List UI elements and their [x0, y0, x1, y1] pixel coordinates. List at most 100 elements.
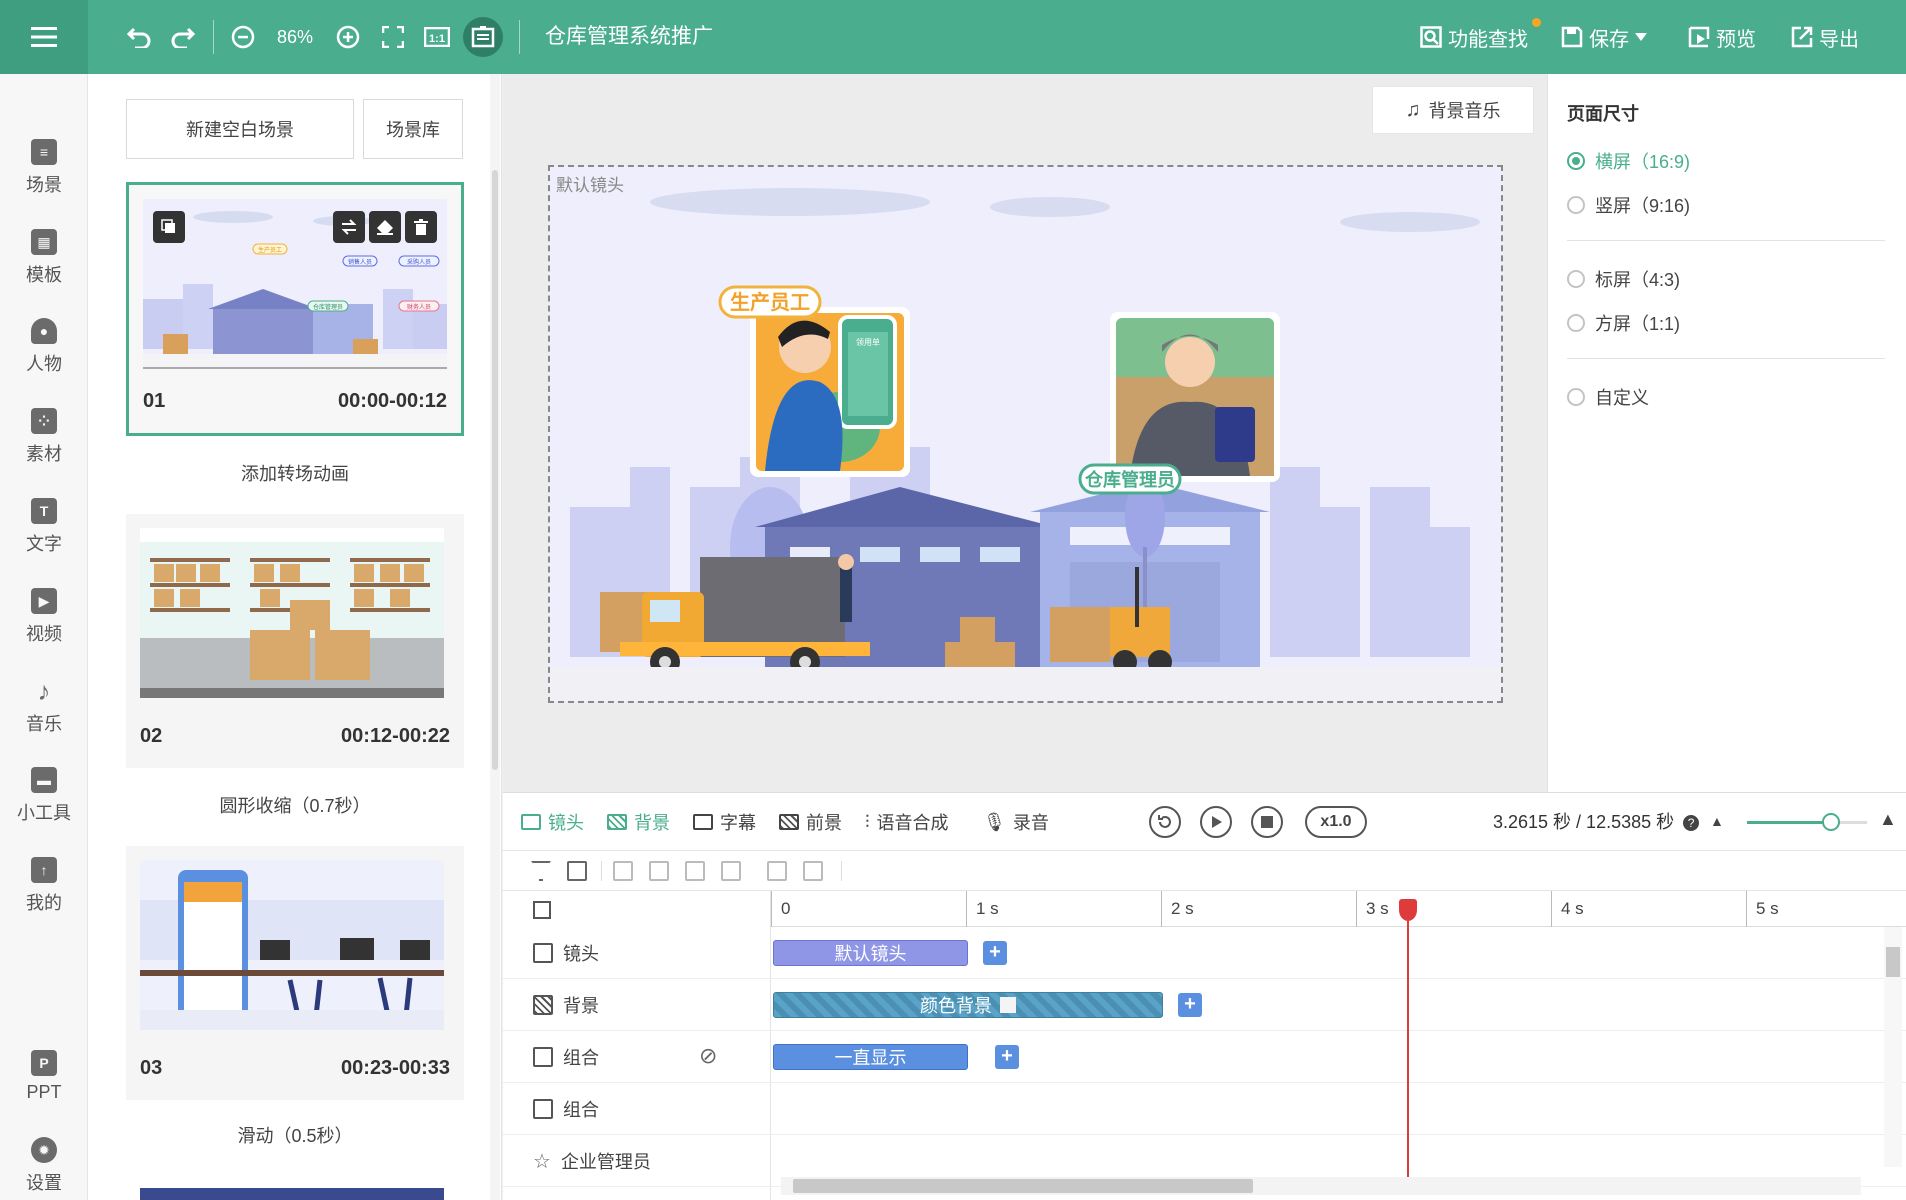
fullscreen-icon	[382, 26, 404, 48]
scene-card-02[interactable]: 02 00:12-00:22	[126, 514, 464, 768]
swap-scene-button[interactable]	[333, 211, 365, 243]
duplicate-scene-button[interactable]	[153, 211, 185, 243]
scene-card-01[interactable]: 生产员工 销售人员 采购人员 仓库管理员 财务人员 01 00:00-00:12	[126, 182, 464, 436]
export-button[interactable]: 导出	[1791, 0, 1859, 74]
rail-item-label: 人物	[26, 354, 62, 374]
scrollbar-thumb[interactable]	[1886, 947, 1900, 977]
ruler-label: 4 s	[1561, 899, 1584, 918]
tab-background[interactable]: 背景	[607, 793, 670, 851]
eye-hidden-icon[interactable]: ⊘	[699, 1043, 717, 1069]
tab-label: 背景	[634, 813, 670, 833]
zoom-in-button[interactable]	[333, 0, 363, 74]
tab-record[interactable]: 🎙 录音	[983, 793, 1049, 851]
timeline-vertical-scrollbar[interactable]	[1884, 927, 1902, 1167]
filter-icon[interactable]	[531, 861, 551, 881]
track-row-camera: 镜头 默认镜头 +	[503, 927, 1906, 979]
rail-item-settings[interactable]: ✹ 设置	[0, 1126, 88, 1200]
align-right-icon[interactable]	[685, 861, 705, 881]
tab-subtitle[interactable]: 字幕	[693, 793, 756, 851]
stop-button[interactable]	[1251, 806, 1283, 838]
frame-icon	[471, 26, 495, 48]
rail-item-music[interactable]: ♪ 音乐	[0, 667, 88, 747]
tab-tts[interactable]: ⫶ 语音合成	[865, 793, 949, 851]
undo-button[interactable]	[122, 0, 156, 74]
feature-search-button[interactable]: 功能查找	[1420, 0, 1528, 74]
scene-panel-scrollbar[interactable]	[490, 74, 500, 1200]
zoom-out-button[interactable]	[228, 0, 258, 74]
align-bottom-icon[interactable]	[803, 861, 823, 881]
music-icon: ♪	[37, 675, 51, 706]
thumb-tag: 生产员工	[258, 246, 282, 254]
properties-panel: 页面尺寸 横屏（16:9) 竖屏（9:16) 标屏（4:3) 方屏（1:1) 自…	[1547, 74, 1906, 792]
tab-foreground[interactable]: 前景	[779, 793, 842, 851]
rewind-button[interactable]	[1149, 806, 1181, 838]
help-icon[interactable]: ?	[1683, 815, 1700, 832]
tag-producer: 生产员工	[730, 290, 810, 314]
stage-canvas[interactable]: 领用单 生产员工 仓库管理员 默认镜头	[548, 165, 1503, 703]
tab-label: 录音	[1012, 813, 1049, 833]
background-music-button[interactable]: ♫ 背景音乐	[1372, 86, 1534, 134]
radio-icon	[1567, 196, 1585, 214]
rail-item-template[interactable]: ▦ 模板	[0, 218, 88, 298]
distribute-icon[interactable]	[721, 861, 741, 881]
scene-card-04-peek[interactable]	[140, 1188, 444, 1200]
align-left-icon[interactable]	[613, 861, 633, 881]
radio-standard[interactable]: 标屏（4:3)	[1567, 266, 1680, 292]
clear-scene-button[interactable]	[369, 211, 401, 243]
radio-portrait[interactable]: 竖屏（9:16)	[1567, 192, 1690, 218]
scrollbar-thumb[interactable]	[492, 170, 498, 770]
add-background-button[interactable]: +	[1178, 993, 1202, 1017]
rail-item-person[interactable]: ● 人物	[0, 307, 88, 387]
scene-card-03[interactable]: 03 00:23-00:33	[126, 846, 464, 1100]
tab-camera[interactable]: 镜头	[521, 793, 584, 851]
replay-icon	[1158, 815, 1171, 828]
rail-item-scene[interactable]: ≡ 场景	[0, 128, 88, 208]
zoom-in-icon	[336, 25, 360, 49]
radio-square[interactable]: 方屏（1:1)	[1567, 310, 1680, 336]
add-camera-button[interactable]: +	[983, 941, 1007, 965]
group-clip[interactable]: 一直显示	[773, 1044, 968, 1070]
add-group-button[interactable]: +	[995, 1045, 1019, 1069]
radio-custom[interactable]: 自定义	[1567, 384, 1649, 410]
zoom-in-mountain-icon[interactable]: ▲	[1879, 809, 1897, 830]
new-blank-scene-button[interactable]: 新建空白场景	[126, 99, 354, 159]
scene-transition-link[interactable]: 圆形收缩（0.7秒）	[126, 792, 464, 818]
rail-item-ppt[interactable]: P PPT	[0, 1036, 88, 1116]
rail-item-video[interactable]: ▶ 视频	[0, 577, 88, 657]
slider-knob[interactable]	[1822, 813, 1840, 831]
arrange-icon[interactable]	[567, 861, 587, 881]
align-center-icon[interactable]	[649, 861, 669, 881]
time-ruler[interactable]: 0 1 s 2 s 3 s 4 s 5 s	[771, 891, 1906, 927]
rail-item-text[interactable]: T 文字	[0, 487, 88, 567]
redo-button[interactable]	[166, 0, 200, 74]
export-label: 导出	[1819, 28, 1859, 51]
radio-landscape[interactable]: 横屏（16:9)	[1567, 148, 1690, 174]
rail-item-asset[interactable]: ⁘ 素材	[0, 397, 88, 477]
save-button[interactable]: 保存	[1561, 0, 1647, 74]
scene-library-button[interactable]: 场景库	[363, 99, 463, 159]
scene-transition-link[interactable]: 滑动（0.5秒）	[126, 1122, 464, 1148]
layers-icon[interactable]	[533, 901, 551, 919]
camera-clip[interactable]: 默认镜头	[773, 940, 968, 966]
scene-transition-link[interactable]: 添加转场动画	[126, 460, 464, 486]
playback-speed-button[interactable]: x1.0	[1305, 806, 1367, 838]
actual-size-button[interactable]: 1:1	[421, 0, 453, 74]
align-top-icon[interactable]	[767, 861, 787, 881]
play-button[interactable]	[1200, 806, 1232, 838]
rail-item-toolbox[interactable]: ▬ 小工具	[0, 756, 88, 836]
page-size-title: 页面尺寸	[1567, 104, 1639, 124]
safe-frame-toggle[interactable]	[463, 17, 503, 57]
background-clip[interactable]: 颜色背景	[773, 992, 1163, 1018]
preview-button[interactable]: 预览	[1688, 0, 1756, 74]
playhead-handle[interactable]	[1398, 899, 1417, 921]
scrollbar-thumb[interactable]	[793, 1179, 1253, 1193]
fit-screen-button[interactable]	[378, 0, 408, 74]
tool-divider	[841, 861, 842, 881]
zoom-out-mountain-icon[interactable]: ▲	[1710, 813, 1724, 829]
project-title[interactable]: 仓库管理系统推广	[545, 0, 713, 74]
timeline-horizontal-scrollbar[interactable]	[781, 1177, 1861, 1195]
rail-item-mine[interactable]: ↑ 我的	[0, 846, 88, 926]
menu-button[interactable]	[0, 0, 88, 74]
timeline-zoom-slider[interactable]	[1747, 813, 1867, 831]
delete-scene-button[interactable]	[405, 211, 437, 243]
